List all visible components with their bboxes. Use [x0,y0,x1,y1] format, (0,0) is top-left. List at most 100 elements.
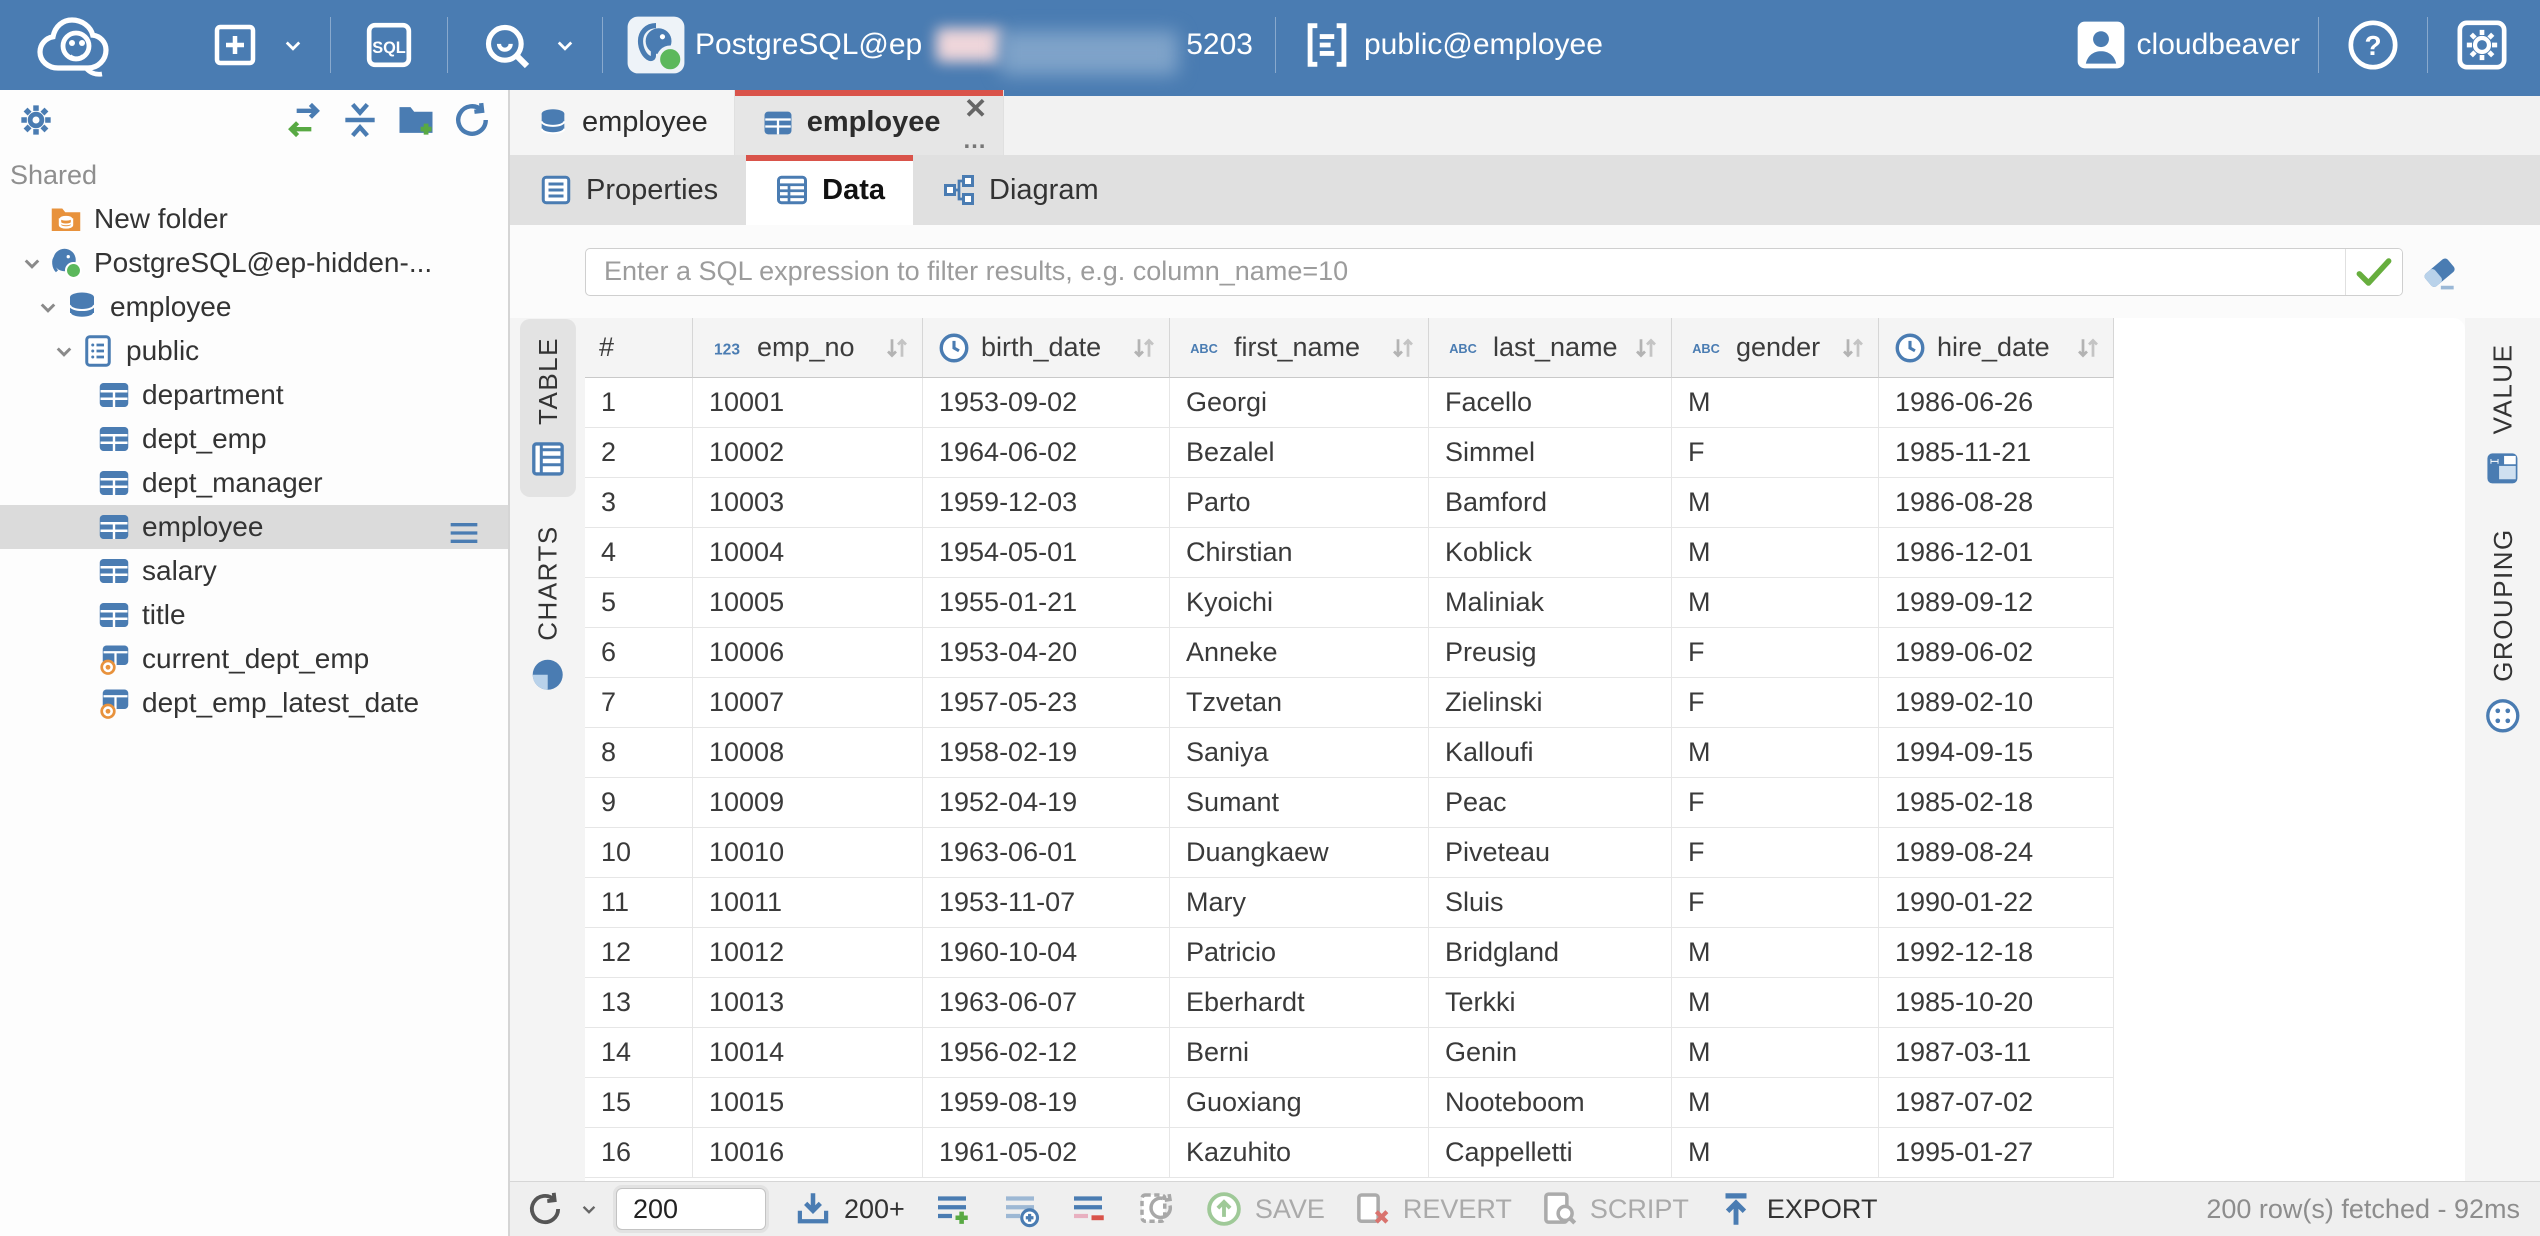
tree-item-employee[interactable]: employee [0,285,508,329]
new-folder-button[interactable] [394,98,438,142]
grid-cell[interactable]: Maliniak [1429,578,1672,628]
grid-cell[interactable]: Mary [1170,878,1429,928]
grid-cell[interactable]: M [1672,578,1879,628]
grid-cell[interactable]: 10016 [693,1128,923,1178]
sort-icon[interactable] [882,331,912,365]
grid-cell[interactable]: 1994-09-15 [1879,728,2114,778]
grid-cell[interactable]: 10010 [693,828,923,878]
grid-cell[interactable]: F [1672,878,1879,928]
tree-item-menu-icon[interactable] [444,513,484,553]
grid-cell[interactable]: 1952-04-19 [923,778,1170,828]
grid-cell[interactable]: Saniya [1170,728,1429,778]
schema-selector[interactable]: public@employee [1298,16,1603,74]
tab-diagram[interactable]: Diagram [913,155,1127,225]
column-header-gender[interactable]: ABCgender [1672,318,1879,378]
grid-cell[interactable]: Sumant [1170,778,1429,828]
grid-cell[interactable]: 10005 [693,578,923,628]
tree-item-department[interactable]: department [0,373,508,417]
grid-cell[interactable]: M [1672,728,1879,778]
grid-cell[interactable]: F [1672,828,1879,878]
grid-cell[interactable]: 1959-08-19 [923,1078,1170,1128]
user-menu[interactable]: cloudbeaver [2073,17,2300,73]
column-header-hire_date[interactable]: hire_date [1879,318,2114,378]
tree-item-employee[interactable]: employee [0,505,508,549]
grid-cell[interactable]: M [1672,1028,1879,1078]
grid-cell[interactable]: 4 [585,528,693,578]
connection-selector[interactable]: PostgreSQL@ep 5203 [625,14,1253,76]
grid-cell[interactable]: Sluis [1429,878,1672,928]
grid-cell[interactable]: 10014 [693,1028,923,1078]
grid-cell[interactable]: Duangkaew [1170,828,1429,878]
apply-filter-button[interactable] [2346,249,2402,295]
clear-filter-button[interactable] [2413,246,2465,298]
panel-tab-charts[interactable]: CHARTS [510,524,585,696]
fetch-more-button[interactable]: 200+ [792,1188,905,1230]
grid-cell[interactable]: M [1672,478,1879,528]
grid-cell[interactable]: 1989-02-10 [1879,678,2114,728]
panel-tab-grouping[interactable]: GROUPING [2465,546,2540,718]
grid-cell[interactable]: Zielinski [1429,678,1672,728]
grid-cell[interactable]: 10009 [693,778,923,828]
grid-cell[interactable]: 1954-05-01 [923,528,1170,578]
grid-cell[interactable]: 5 [585,578,693,628]
grid-cell[interactable]: 1990-01-22 [1879,878,2114,928]
grid-cell[interactable]: 8 [585,728,693,778]
grid-cell[interactable]: 10008 [693,728,923,778]
column-header-first_name[interactable]: ABCfirst_name [1170,318,1429,378]
grid-cell[interactable]: 10002 [693,428,923,478]
sort-icon[interactable] [1388,331,1418,365]
grid-cell[interactable]: 1995-01-27 [1879,1128,2114,1178]
grid-cell[interactable]: 10006 [693,628,923,678]
grid-cell[interactable]: Kalloufi [1429,728,1672,778]
grid-cell[interactable]: 1986-06-26 [1879,378,2114,428]
grid-cell[interactable]: Facello [1429,378,1672,428]
grid-cell[interactable]: 10001 [693,378,923,428]
grid-cell[interactable]: Kazuhito [1170,1128,1429,1178]
grid-cell[interactable]: 10011 [693,878,923,928]
grid-cell[interactable]: 10003 [693,478,923,528]
tree-item-current-dept-emp[interactable]: current_dept_emp [0,637,508,681]
grid-cell[interactable]: 3 [585,478,693,528]
grid-cell[interactable]: 1963-06-07 [923,978,1170,1028]
grid-cell[interactable]: Preusig [1429,628,1672,678]
filter-input[interactable] [586,249,2345,295]
grid-cell[interactable]: 10015 [693,1078,923,1128]
help-button[interactable]: ? [2337,11,2409,79]
grid-cell[interactable]: 1964-06-02 [923,428,1170,478]
grid-cell[interactable]: 1953-11-07 [923,878,1170,928]
grid-cell[interactable]: F [1672,428,1879,478]
column-header-birth_date[interactable]: birth_date [923,318,1170,378]
grid-cell[interactable]: 1987-03-11 [1879,1028,2114,1078]
grid-cell[interactable]: 1953-09-02 [923,378,1170,428]
grid-cell[interactable]: 2 [585,428,693,478]
panel-tab-table[interactable]: TABLE [510,322,585,494]
grid-cell[interactable]: 10012 [693,928,923,978]
grid-cell[interactable]: 1 [585,378,693,428]
close-tab-icon[interactable]: ✕ [964,97,987,121]
grid-cell[interactable]: 9 [585,778,693,828]
column-header-last_name[interactable]: ABClast_name [1429,318,1672,378]
grid-cell[interactable]: 1960-10-04 [923,928,1170,978]
grid-cell[interactable]: Bridgland [1429,928,1672,978]
grid-cell[interactable]: Guoxiang [1170,1078,1429,1128]
grid-cell[interactable]: 15 [585,1078,693,1128]
delete-row-button[interactable] [1067,1188,1109,1230]
grid-cell[interactable]: Koblick [1429,528,1672,578]
grid-cell[interactable]: Piveteau [1429,828,1672,878]
driver-manager-button[interactable] [470,11,542,79]
chevron-down-icon[interactable] [550,30,580,60]
tree-item-dept-emp-latest-date[interactable]: dept_emp_latest_date [0,681,508,725]
expand-chevron-icon[interactable] [32,292,64,322]
tree-item-salary[interactable]: salary [0,549,508,593]
grid-cell[interactable]: F [1672,678,1879,728]
grid-cell[interactable]: 10013 [693,978,923,1028]
grid-cell[interactable]: Cappelletti [1429,1128,1672,1178]
grid-cell[interactable]: 1956-02-12 [923,1028,1170,1078]
grid-cell[interactable]: Georgi [1170,378,1429,428]
grid-cell[interactable]: 14 [585,1028,693,1078]
sort-icon[interactable] [2073,331,2103,365]
duplicate-row-button[interactable] [999,1188,1041,1230]
grid-cell[interactable]: 12 [585,928,693,978]
grid-cell[interactable]: 1992-12-18 [1879,928,2114,978]
grid-cell[interactable]: Chirstian [1170,528,1429,578]
